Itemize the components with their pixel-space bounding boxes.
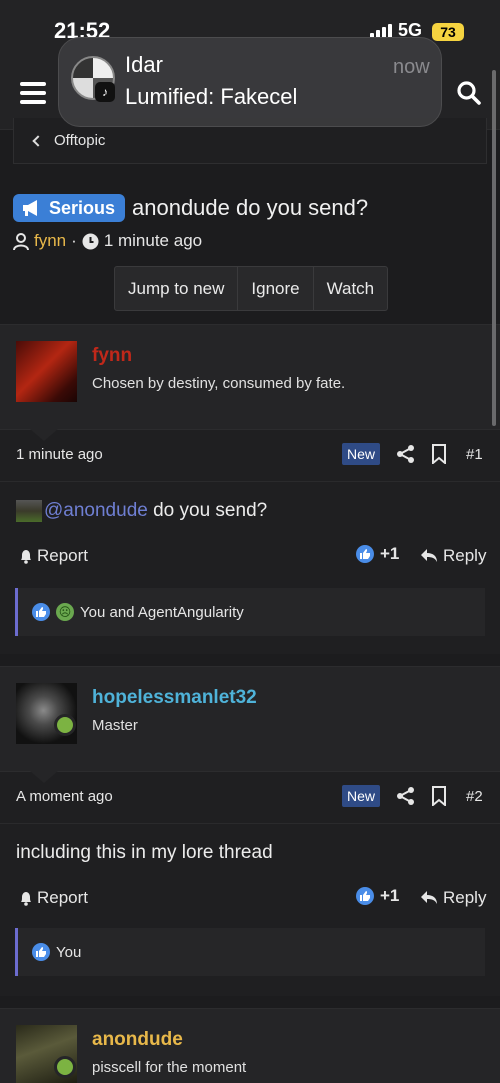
post-body: @anondude do you send? [44, 500, 267, 522]
post-2: hopelessmanlet32 Master A moment ago New… [0, 666, 500, 996]
notification-message: Lumified: Fakecel [125, 84, 298, 109]
post-actions: Report +1 Reply [0, 542, 500, 572]
post-user-block: hopelessmanlet32 Master [0, 666, 500, 772]
sick-reaction-icon: ☹ [56, 603, 74, 621]
scrollbar[interactable] [492, 70, 496, 426]
signal-icon [370, 24, 392, 38]
new-badge: New [342, 785, 380, 807]
reply-button[interactable]: Reply [420, 888, 486, 908]
thread-actions: Jump to new Ignore Watch [114, 266, 389, 311]
reactions-bar[interactable]: ☹ You and AgentAngularity [15, 588, 485, 636]
chevron-left-icon [32, 134, 44, 147]
post-meta: 1 minute ago New #1 [0, 430, 500, 482]
meta-separator: · [71, 231, 77, 250]
thread-author[interactable]: fynn [34, 231, 66, 251]
thread-title: anondude do you send? [132, 195, 369, 220]
post-number[interactable]: #2 [466, 788, 483, 805]
megaphone-icon [23, 200, 37, 216]
report-label: Report [37, 546, 89, 565]
reply-icon [421, 891, 437, 904]
breadcrumb-link[interactable]: Offtopic [32, 132, 106, 149]
reactions-text: You [56, 943, 82, 961]
username[interactable]: fynn [92, 345, 132, 367]
bell-icon [21, 892, 31, 906]
reply-label: Reply [443, 546, 487, 565]
share-icon[interactable] [396, 444, 416, 464]
reply-label: Reply [443, 888, 487, 907]
reply-icon [421, 549, 437, 562]
like-button[interactable]: +1 [356, 544, 399, 564]
post-time[interactable]: A moment ago [16, 788, 113, 805]
report-button[interactable]: Report [18, 546, 88, 566]
post-time[interactable]: 1 minute ago [16, 446, 103, 463]
post-actions: Report +1 Reply [0, 884, 500, 914]
online-indicator [54, 714, 76, 736]
post-number[interactable]: #1 [466, 446, 483, 463]
notification-time: now [393, 56, 430, 78]
report-button[interactable]: Report [18, 888, 88, 908]
online-indicator [54, 1056, 76, 1078]
bell-icon [21, 550, 31, 564]
user-icon [13, 232, 29, 250]
avatar[interactable] [16, 341, 77, 402]
new-badge: New [342, 443, 380, 465]
ignore-button[interactable]: Ignore [238, 267, 314, 310]
post-user-block: fynn Chosen by destiny, consumed by fate… [0, 324, 500, 430]
like-icon [356, 545, 374, 563]
bookmark-icon[interactable] [431, 786, 447, 806]
username[interactable]: anondude [92, 1029, 183, 1051]
like-icon [356, 887, 374, 905]
share-icon[interactable] [396, 786, 416, 806]
prefix-label: Serious [49, 197, 116, 218]
watch-button[interactable]: Watch [314, 267, 388, 310]
clock-icon [82, 233, 99, 249]
user-title: Chosen by destiny, consumed by fate. [92, 375, 346, 392]
post-text: do you send? [147, 500, 268, 521]
reactions-bar[interactable]: You [15, 928, 485, 976]
user-title: Master [92, 717, 138, 734]
bookmark-icon[interactable] [431, 444, 447, 464]
like-reaction-icon [32, 943, 50, 961]
tiktok-icon: ♪ [95, 82, 115, 102]
jump-to-new-button[interactable]: Jump to new [115, 267, 239, 310]
post-user-block: anondude pisscell for the moment [0, 1008, 500, 1083]
like-button[interactable]: +1 [356, 886, 399, 906]
post-3: anondude pisscell for the moment [0, 1008, 500, 1083]
like-count: +1 [380, 886, 400, 905]
battery-icon: 73 [432, 23, 464, 41]
notification-title: Idar [125, 52, 163, 77]
post-meta: A moment ago New #2 [0, 772, 500, 824]
like-reaction-icon [32, 603, 50, 621]
breadcrumb-label: Offtopic [54, 132, 106, 149]
inline-emoji-image [16, 500, 42, 522]
reply-button[interactable]: Reply [420, 546, 486, 566]
search-icon[interactable] [456, 80, 482, 106]
reactions-text: You and AgentAngularity [80, 603, 244, 621]
user-title: pisscell for the moment [92, 1059, 247, 1076]
like-count: +1 [380, 544, 400, 563]
mention-link[interactable]: @anondude [44, 500, 148, 521]
thread-time: 1 minute ago [103, 231, 203, 250]
thread-meta: fynn · 1 minute ago [13, 231, 202, 251]
thread-prefix-badge[interactable]: Serious [13, 194, 126, 222]
menu-icon[interactable] [20, 82, 46, 104]
report-label: Report [37, 888, 89, 907]
post-1: fynn Chosen by destiny, consumed by fate… [0, 324, 500, 654]
username[interactable]: hopelessmanlet32 [92, 687, 257, 709]
post-body: including this in my lore thread [16, 842, 273, 863]
notification-banner[interactable]: ♪ Idar now Lumified: Fakecel [58, 37, 442, 127]
